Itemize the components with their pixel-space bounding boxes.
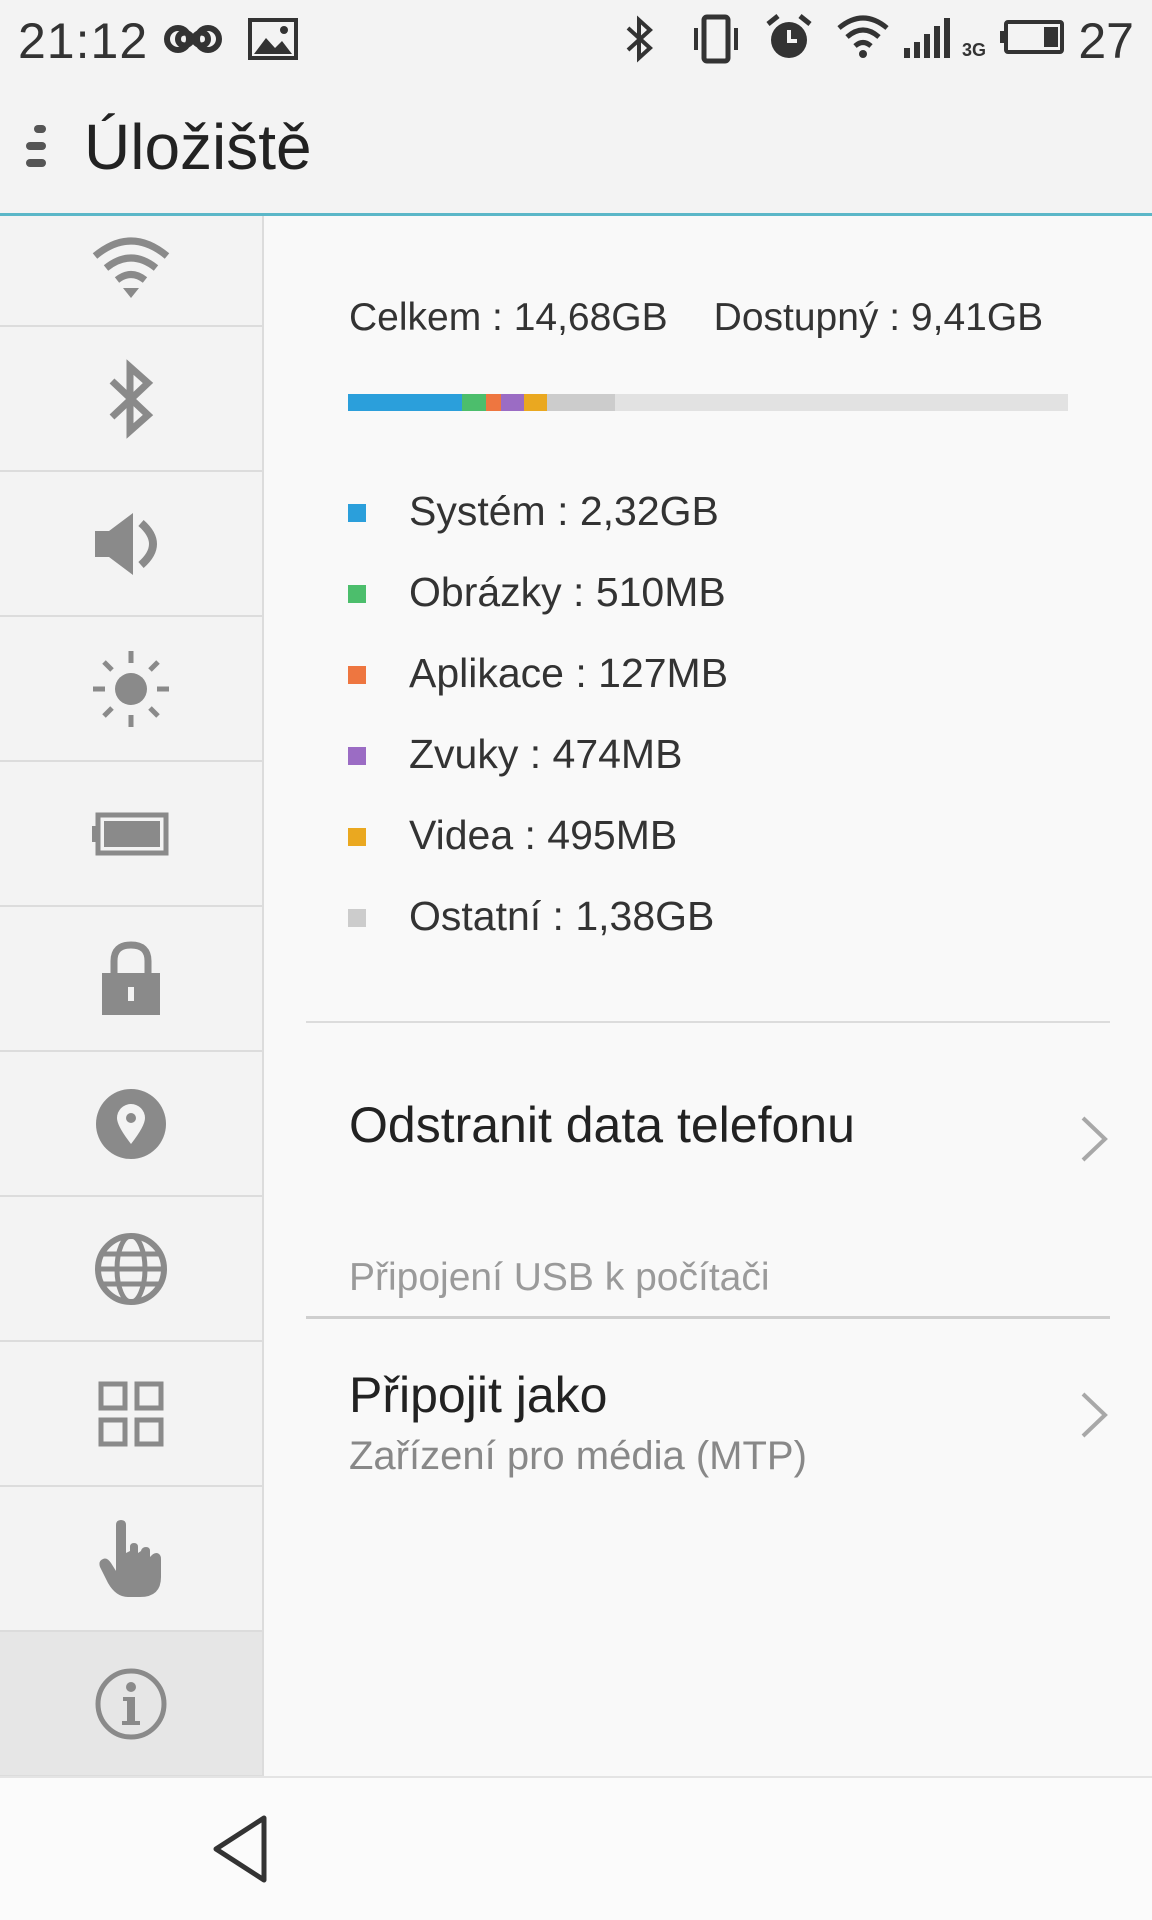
status-bar: 21:12 3G 27 <box>0 0 1152 80</box>
chevron-right-icon <box>1081 1392 1108 1438</box>
apps-grid-icon <box>98 1381 164 1446</box>
globe-icon <box>95 1232 167 1305</box>
erase-data-label: Odstranit data telefonu <box>349 1097 855 1153</box>
hand-gesture-icon <box>99 1519 161 1597</box>
wifi-icon <box>92 237 170 298</box>
storage-bar-segment <box>547 394 616 411</box>
navigation-bar <box>0 1776 1152 1920</box>
connect-as-label: Připojit jako <box>349 1367 608 1423</box>
infinity-icon <box>164 25 222 53</box>
storage-total: Celkem : 14,68GB <box>349 296 668 339</box>
storage-bar-segment <box>486 394 501 411</box>
sidebar-item-apps[interactable] <box>0 1342 262 1487</box>
battery-level: 27 <box>1078 13 1134 69</box>
section-divider <box>306 1316 1110 1319</box>
storage-panel: Celkem : 14,68GB Dostupný : 9,41GB Systém… <box>264 216 1152 1776</box>
status-time: 21:12 <box>18 13 149 69</box>
divider <box>306 1021 1110 1023</box>
bluetooth-icon <box>626 15 653 63</box>
location-pin-icon <box>96 1088 166 1159</box>
legend-swatch <box>348 828 366 846</box>
sidebar-item-battery[interactable] <box>0 762 262 907</box>
sidebar-item-bluetooth[interactable] <box>0 327 262 472</box>
legend-swatch <box>348 747 366 765</box>
image-icon <box>248 18 298 60</box>
legend-swatch <box>348 666 366 684</box>
wifi-icon <box>837 15 889 58</box>
connect-as-row[interactable]: Připojit jako <box>306 1326 1110 1506</box>
legend-swatch <box>348 585 366 603</box>
back-triangle-icon[interactable] <box>210 1814 270 1884</box>
usb-section-header: Připojení USB k počítači <box>349 1256 770 1299</box>
storage-bar-segment <box>500 394 524 411</box>
network-type: 3G <box>962 40 987 60</box>
chevron-right-icon <box>1081 1116 1108 1162</box>
legend-label: Videa : 495MB <box>409 812 678 858</box>
legend-label: Aplikace : 127MB <box>409 650 729 696</box>
lock-icon <box>102 940 160 1015</box>
storage-usage-bar <box>348 394 1068 411</box>
legend-label: Obrázky : 510MB <box>409 569 726 615</box>
page-title: Úložiště <box>84 111 312 183</box>
sidebar-item-location[interactable] <box>0 1052 262 1197</box>
storage-available: Dostupný : 9,41GB <box>713 296 1044 339</box>
vibrate-icon <box>694 14 738 64</box>
legend-swatch <box>348 909 366 927</box>
storage-summary: Celkem : 14,68GB Dostupný : 9,41GB <box>349 296 1043 340</box>
settings-sidebar <box>0 216 264 1777</box>
signal-icon <box>904 18 950 58</box>
sidebar-item-sound[interactable] <box>0 472 262 617</box>
menu-icon[interactable] <box>26 125 54 175</box>
volume-icon <box>95 512 157 575</box>
battery-icon <box>92 812 169 855</box>
sidebar-item-display[interactable] <box>0 617 262 762</box>
storage-bar-segment <box>523 394 548 411</box>
storage-bar-segment <box>348 394 462 411</box>
info-icon <box>95 1668 167 1739</box>
legend-label: Ostatní : 1,38GB <box>409 893 715 939</box>
bluetooth-icon <box>109 358 154 439</box>
alarm-icon <box>766 14 812 58</box>
sidebar-item-security[interactable] <box>0 907 262 1052</box>
legend-label: Systém : 2,32GB <box>409 488 719 534</box>
sidebar-item-about[interactable] <box>0 1632 262 1777</box>
erase-data-row[interactable]: Odstranit data telefonu <box>306 1036 1110 1206</box>
legend-label: Zvuky : 474MB <box>409 731 683 777</box>
battery-icon <box>1000 20 1064 54</box>
sidebar-item-gestures[interactable] <box>0 1487 262 1632</box>
storage-bar-segment <box>461 394 487 411</box>
sidebar-item-wifi[interactable] <box>0 181 262 327</box>
legend-swatch <box>348 504 366 522</box>
sidebar-item-language[interactable] <box>0 1197 262 1342</box>
brightness-icon <box>93 650 169 727</box>
connect-as-value: Zařízení pro média (MTP) <box>349 1434 807 1478</box>
